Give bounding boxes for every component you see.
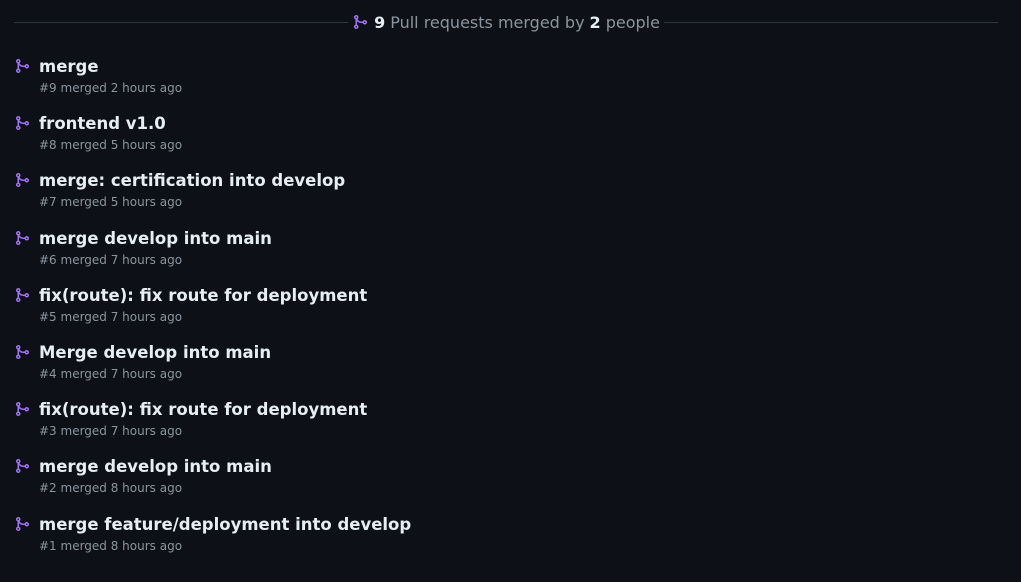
summary-people-text: people [605, 12, 660, 32]
divider-left [14, 21, 349, 23]
pr-title-link[interactable]: fix(route): fix route for deployment [39, 285, 998, 307]
git-merge-icon [352, 14, 368, 30]
pr-title-link[interactable]: merge develop into main [39, 228, 998, 250]
pr-title-link[interactable]: fix(route): fix route for deployment [39, 399, 998, 421]
git-merge-icon [14, 401, 30, 417]
git-merge-icon [14, 458, 30, 474]
summary-middle-text: Pull requests merged by [390, 12, 585, 32]
pr-meta: #1 merged 8 hours ago [39, 538, 183, 553]
pr-list-item: merge #9 merged 2 hours ago [14, 56, 998, 113]
pr-list-item: merge: certification into develop #7 merg… [14, 170, 998, 227]
pr-list-item: fix(route): fix route for deployment #3 m… [14, 399, 998, 456]
git-merge-icon [14, 115, 30, 131]
divider-right [663, 21, 998, 23]
pr-list-item: merge feature/deployment into develop #1 … [14, 514, 998, 571]
pr-title-link[interactable]: frontend v1.0 [39, 113, 998, 135]
pr-list-item: fix(route): fix route for deployment #5 m… [14, 285, 998, 342]
pr-meta: #6 merged 7 hours ago [39, 252, 183, 267]
pr-list-item: Merge develop into main #4 merged 7 hours… [14, 342, 998, 399]
git-merge-icon [14, 516, 30, 532]
pr-title-link[interactable]: merge develop into main [39, 456, 998, 478]
summary-text: 9 Pull requests merged by 2 people [348, 13, 664, 32]
pr-list-item: merge develop into main #2 merged 8 hours… [14, 456, 998, 513]
pr-title-link[interactable]: merge feature/deployment into develop [39, 514, 998, 536]
git-merge-icon [14, 58, 30, 74]
pr-list-item: frontend v1.0 #8 merged 5 hours ago [14, 113, 998, 170]
merged-prs-summary-header: 9 Pull requests merged by 2 people [14, 10, 998, 34]
pr-meta: #3 merged 7 hours ago [39, 424, 183, 439]
git-merge-icon [14, 172, 30, 188]
pr-meta: #9 merged 2 hours ago [39, 81, 183, 95]
pr-meta: #7 merged 5 hours ago [39, 195, 183, 210]
pr-meta: #4 merged 7 hours ago [39, 366, 183, 381]
git-merge-icon [14, 287, 30, 303]
git-merge-icon [14, 230, 30, 246]
pr-meta: #5 merged 7 hours ago [39, 309, 183, 324]
merged-pr-list: merge #9 merged 2 hours ago frontend v1.0 #… [14, 56, 998, 571]
pr-list-item: merge develop into main #6 merged 7 hours… [14, 228, 998, 285]
people-count: 2 [589, 12, 601, 32]
pr-title-link[interactable]: merge [39, 56, 998, 78]
pr-meta: #8 merged 5 hours ago [39, 138, 183, 153]
pr-meta: #2 merged 8 hours ago [39, 481, 183, 496]
pr-title-link[interactable]: merge: certification into develop [39, 170, 998, 192]
git-merge-icon [14, 344, 30, 360]
pr-title-link[interactable]: Merge develop into main [39, 342, 998, 364]
pr-count: 9 [374, 12, 386, 32]
